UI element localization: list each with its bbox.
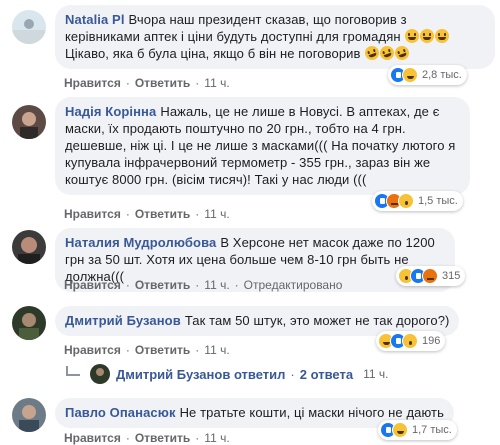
- reply-button[interactable]: Ответить: [135, 431, 190, 445]
- like-button[interactable]: Нравится: [64, 76, 121, 90]
- reaction-count: 315: [442, 270, 461, 282]
- like-button[interactable]: Нравится: [64, 278, 121, 292]
- comment-actions: Нравится · Ответить · 11 ч. · Отредактировано: [64, 278, 343, 292]
- comment-actions: Нравится · Ответить · 11 ч.: [64, 76, 230, 90]
- comment-time[interactable]: 11 ч.: [204, 278, 229, 292]
- reaction-summary[interactable]: 1,7 тыс.: [378, 420, 457, 440]
- comment-time[interactable]: 11 ч.: [204, 431, 229, 445]
- comment-time[interactable]: 11 ч.: [204, 343, 229, 357]
- edited-label[interactable]: Отредактировано: [244, 278, 343, 292]
- comment-time[interactable]: 11 ч.: [204, 207, 229, 221]
- like-button[interactable]: Нравится: [64, 343, 121, 357]
- rolling-laughing-emoji-icon: [378, 44, 397, 62]
- comment: Дмитрий Бузанов Так там 50 штук, это може…: [0, 306, 500, 357]
- comment-time[interactable]: 11 ч.: [204, 76, 229, 90]
- reply-arrow-icon: [66, 366, 80, 376]
- reaction-summary[interactable]: 196: [376, 331, 446, 351]
- haha-reaction-icon: [402, 67, 418, 83]
- avatar[interactable]: [12, 398, 46, 432]
- reaction-summary[interactable]: 2,8 тыс.: [388, 65, 467, 85]
- avatar: [90, 364, 110, 384]
- comment: Надія Корінна Нажаль, це не лише в Новусі…: [0, 97, 500, 221]
- wow-reaction-icon: [402, 333, 418, 349]
- laughing-emoji-icon: [420, 29, 435, 43]
- view-replies-link[interactable]: Дмитрий Бузанов ответил · 2 ответа 11 ч.: [66, 364, 388, 384]
- comment-author[interactable]: Павло Опанасюк: [65, 405, 176, 420]
- angry-reaction-icon: [422, 268, 438, 284]
- avatar[interactable]: [12, 306, 46, 340]
- comment-actions: Нравится · Ответить · 11 ч.: [64, 431, 230, 445]
- like-button[interactable]: Нравится: [64, 431, 121, 445]
- reply-count: 2 ответа: [299, 366, 354, 382]
- laughing-emoji-icon: [435, 29, 450, 43]
- reaction-summary[interactable]: 315: [396, 266, 466, 286]
- comment-text: Так там 50 штук, это может не так дорого…: [184, 313, 450, 328]
- reply-button[interactable]: Ответить: [135, 278, 190, 292]
- comment: Павло Опанасюк Не тратьте кошти, ці маски…: [0, 398, 500, 445]
- avatar[interactable]: [12, 230, 46, 264]
- avatar[interactable]: [12, 105, 46, 139]
- avatar[interactable]: [12, 10, 46, 44]
- comment: Natalia Pl Вчора наш президент сказав, що…: [0, 0, 500, 95]
- comment-author[interactable]: Дмитрий Бузанов: [65, 313, 181, 328]
- comment-author[interactable]: Наталия Мудролюбова: [65, 235, 216, 250]
- rolling-laughing-emoji-icon: [363, 44, 382, 62]
- reply-button[interactable]: Ответить: [135, 207, 190, 221]
- comment-text: Цікаво, яка б була ціна, якщо б він не п…: [65, 46, 361, 61]
- wow-reaction-icon: [398, 193, 414, 209]
- reaction-count: 1,7 тыс.: [412, 424, 452, 436]
- comment-author[interactable]: Natalia Pl: [65, 12, 125, 27]
- comment-text: Не тратьте кошти, ці маски нічого не даю…: [179, 405, 444, 420]
- reply-button[interactable]: Ответить: [135, 76, 190, 90]
- reply-author: Дмитрий Бузанов: [116, 366, 231, 382]
- reaction-count: 1,5 тыс.: [418, 195, 458, 207]
- reply-button[interactable]: Ответить: [135, 343, 190, 357]
- comment: Наталия Мудролюбова В Херсоне нет масок д…: [0, 228, 500, 298]
- reply-verb: ответил: [233, 366, 286, 382]
- comment-bubble: Надія Корінна Нажаль, це не лише в Новусі…: [55, 97, 470, 195]
- like-button[interactable]: Нравится: [64, 207, 121, 221]
- reply-time: 11 ч.: [363, 367, 389, 381]
- reaction-count: 2,8 тыс.: [422, 69, 462, 81]
- reaction-count: 196: [422, 335, 441, 347]
- reaction-summary[interactable]: 1,5 тыс.: [372, 191, 463, 211]
- laughing-emoji-icon: [405, 29, 420, 43]
- comment-actions: Нравится · Ответить · 11 ч.: [64, 343, 230, 357]
- comment-actions: Нравится · Ответить · 11 ч.: [64, 207, 230, 221]
- comment-bubble: Natalia Pl Вчора наш президент сказав, що…: [55, 5, 495, 69]
- rolling-laughing-emoji-icon: [393, 44, 412, 62]
- haha-reaction-icon: [392, 422, 408, 438]
- comment-author[interactable]: Надія Корінна: [65, 104, 156, 119]
